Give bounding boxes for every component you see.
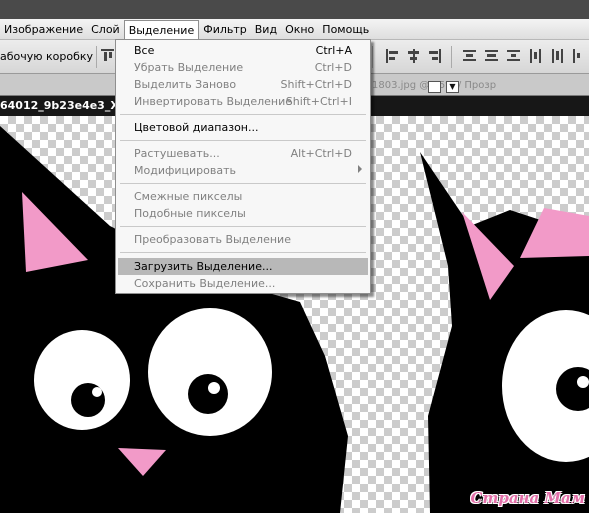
align-top-icon[interactable]: [100, 48, 115, 64]
menu-separator: [120, 114, 366, 115]
menu-item-reselect[interactable]: Выделить Заново Shift+Ctrl+D: [118, 76, 368, 93]
menu-item-shortcut: Ctrl+A: [315, 44, 352, 57]
chevron-down-icon[interactable]: ▼: [446, 81, 459, 93]
menu-item-grow[interactable]: Смежные пикселы: [118, 188, 368, 205]
menu-item-label: Смежные пикселы: [134, 190, 243, 203]
menu-item-label: Все: [134, 44, 155, 57]
menu-help[interactable]: Помощь: [318, 20, 373, 39]
distribute-bottom-icon[interactable]: [506, 48, 521, 64]
distribute-center-icon[interactable]: [550, 48, 565, 64]
left-cat-left-glint: [92, 387, 102, 397]
menu-layer[interactable]: Слой: [87, 20, 124, 39]
menu-select[interactable]: Выделение: [123, 19, 200, 41]
menu-window[interactable]: Окно: [281, 20, 318, 39]
left-cat-right-pupil: [188, 374, 228, 414]
align-left-icon[interactable]: [385, 48, 400, 64]
menu-separator: [120, 183, 366, 184]
menu-bar: Изображение Слой Выделение Фильтр Вид Ок…: [0, 19, 589, 41]
menu-item-modify[interactable]: Модифицировать: [118, 162, 368, 179]
menu-item-label: Подобные пикселы: [134, 207, 246, 220]
window-top-strip: [0, 0, 589, 19]
align-center-icon[interactable]: [406, 48, 421, 64]
menu-item-feather[interactable]: Растушевать... Alt+Ctrl+D: [118, 145, 368, 162]
distribute-left-icon[interactable]: [528, 48, 543, 64]
menu-item-similar[interactable]: Подобные пикселы: [118, 205, 368, 222]
menu-item-label: Преобразовать Выделение: [134, 233, 291, 246]
align-right-icon[interactable]: [427, 48, 442, 64]
watermark-logo: Страна Мам: [470, 489, 585, 507]
menu-item-label: Убрать Выделение: [134, 61, 244, 74]
left-cat-right-eye: [148, 308, 272, 436]
menu-separator: [120, 226, 366, 227]
right-cat-glint: [577, 376, 589, 388]
menu-item-select-all[interactable]: Все Ctrl+A: [118, 42, 368, 59]
menu-item-color-range[interactable]: Цветовой диапазон...: [118, 119, 368, 136]
menu-item-save-selection[interactable]: Сохранить Выделение...: [118, 275, 368, 292]
distribute-middle-icon[interactable]: [484, 48, 499, 64]
menu-item-shortcut: Shift+Ctrl+I: [285, 95, 352, 108]
menu-image[interactable]: Изображение: [0, 20, 87, 39]
menu-item-label: Растушевать...: [134, 147, 220, 160]
menu-item-label: Модифицировать: [134, 164, 236, 177]
select-dropdown-menu: Все Ctrl+A Убрать Выделение Ctrl+D Выдел…: [115, 39, 371, 294]
menu-item-label: Выделить Заново: [134, 78, 237, 91]
menu-item-label: Инвертировать Выделение: [134, 95, 293, 108]
options-separator: [372, 46, 373, 68]
menu-separator: [120, 252, 366, 253]
submenu-arrow-icon: [358, 165, 362, 173]
menu-item-shortcut: Ctrl+D: [314, 61, 352, 74]
options-separator: [451, 46, 452, 68]
show-bounding-box-label[interactable]: абочую коробку: [0, 50, 93, 63]
menu-item-label: Загрузить Выделение...: [134, 260, 273, 273]
left-cat-right-glint: [208, 382, 220, 394]
menu-view[interactable]: Вид: [251, 20, 281, 39]
menu-item-inverse[interactable]: Инвертировать Выделение Shift+Ctrl+I: [118, 93, 368, 110]
options-separator: [96, 46, 97, 68]
distribute-right-icon[interactable]: [571, 48, 586, 64]
menu-item-shortcut: Shift+Ctrl+D: [280, 78, 352, 91]
menu-item-label: Цветовой диапазон...: [134, 121, 259, 134]
menu-separator: [120, 140, 366, 141]
menu-item-label: Сохранить Выделение...: [134, 277, 276, 290]
menu-item-load-selection[interactable]: Загрузить Выделение...: [118, 258, 368, 275]
menu-filter[interactable]: Фильтр: [199, 20, 251, 39]
menu-item-shortcut: Alt+Ctrl+D: [290, 147, 352, 160]
menu-item-deselect[interactable]: Убрать Выделение Ctrl+D: [118, 59, 368, 76]
distribute-top-icon[interactable]: [462, 48, 477, 64]
menu-item-transform-selection[interactable]: Преобразовать Выделение: [118, 231, 368, 248]
window-control-icon[interactable]: [428, 81, 441, 93]
